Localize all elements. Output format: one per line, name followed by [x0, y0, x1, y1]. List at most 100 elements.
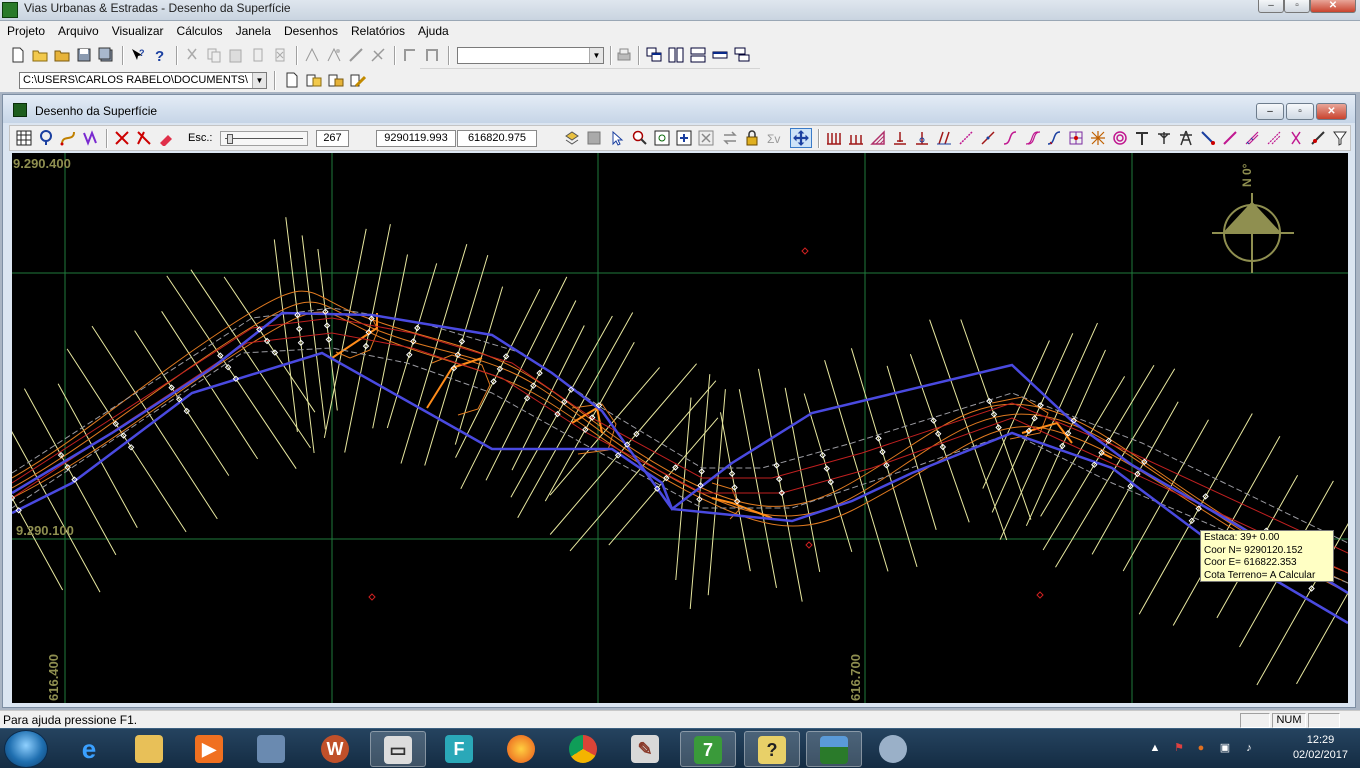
batter-icon[interactable] [870, 130, 886, 146]
layer-combo[interactable]: ▼ [457, 47, 604, 64]
open-project-icon[interactable] [54, 47, 70, 63]
slope-icon[interactable] [936, 130, 952, 146]
offset-left-icon[interactable] [826, 130, 842, 146]
paste-icon[interactable] [228, 47, 244, 63]
scale-value-field[interactable]: 267 [316, 130, 349, 147]
child-minimize-button[interactable]: – [1256, 103, 1284, 120]
child-maximize-button[interactable]: ▫ [1286, 103, 1314, 120]
start-button[interactable] [4, 730, 48, 768]
mesh-icon[interactable] [1068, 130, 1084, 146]
grid-icon[interactable] [16, 130, 32, 146]
road-d-icon[interactable] [1310, 130, 1326, 146]
network-icon[interactable] [1090, 130, 1106, 146]
tool-d-icon[interactable] [370, 47, 386, 63]
new-file-icon[interactable] [10, 47, 26, 63]
curve-icon[interactable] [60, 130, 76, 146]
context-help-icon[interactable]: ? [130, 47, 146, 63]
path-combo[interactable]: C:\USERS\CARLOS RABELO\DOCUMENTS\ ▼ [19, 72, 267, 89]
child-close-button[interactable]: ✕ [1316, 103, 1347, 120]
diag-line-icon[interactable] [1200, 130, 1216, 146]
road-b-icon[interactable] [1266, 130, 1282, 146]
offset-right-icon[interactable] [848, 130, 864, 146]
point-icon[interactable] [38, 130, 54, 146]
help-icon[interactable]: ? [152, 47, 168, 63]
taskbar-video[interactable]: ▭ [370, 731, 426, 767]
tool-f-icon[interactable] [424, 47, 440, 63]
surface-canvas[interactable]: 9.290.400 9.290.100 616.400 616.700 N 0°… [12, 153, 1348, 703]
close-view-icon[interactable] [698, 130, 714, 146]
tool-e-icon[interactable] [402, 47, 418, 63]
menu-projeto[interactable]: Projeto [0, 22, 51, 38]
tee-icon[interactable] [1134, 130, 1150, 146]
tool-b-icon[interactable] [326, 47, 342, 63]
doc-folder-icon[interactable] [306, 72, 322, 88]
menu-visualizar[interactable]: Visualizar [105, 22, 170, 38]
menu-calculos[interactable]: Cálculos [170, 22, 229, 38]
pan-icon[interactable] [790, 128, 812, 148]
copy-icon[interactable] [206, 47, 222, 63]
disk-icon[interactable] [586, 130, 602, 146]
funnel-icon[interactable] [1332, 130, 1348, 146]
scale-slider[interactable] [220, 131, 308, 146]
curve-b-icon[interactable] [980, 130, 996, 146]
open-folder-icon[interactable] [32, 47, 48, 63]
close-all-icon[interactable] [734, 47, 750, 63]
cascade-icon[interactable] [646, 47, 662, 63]
app-icon[interactable] [2, 2, 18, 18]
taskbar-file-explorer[interactable] [122, 731, 178, 767]
antivirus-icon[interactable]: ● [1194, 741, 1208, 755]
save-all-icon[interactable] [98, 47, 114, 63]
scale-slider-thumb[interactable] [227, 134, 233, 144]
profile-point-icon[interactable] [892, 130, 908, 146]
tile-vertical-icon[interactable] [668, 47, 684, 63]
road-icon[interactable] [1244, 130, 1260, 146]
volume-icon[interactable]: ♪ [1242, 741, 1256, 755]
tool-a-icon[interactable] [304, 47, 320, 63]
taskbar-winamp[interactable]: W [308, 731, 364, 767]
road-c-icon[interactable] [1288, 130, 1304, 146]
erase-icon[interactable] [158, 130, 174, 146]
arrange-icons-icon[interactable] [712, 47, 728, 63]
cut-icon[interactable] [184, 47, 200, 63]
tool-c-icon[interactable] [348, 47, 364, 63]
curve-e-icon[interactable] [1046, 130, 1062, 146]
select-icon[interactable] [610, 130, 626, 146]
drawing-window-icon[interactable] [13, 103, 27, 117]
swap-icon[interactable] [722, 130, 738, 146]
taskbar-help[interactable]: ? [744, 731, 800, 767]
target-icon[interactable] [1112, 130, 1128, 146]
taskbar-editor[interactable]: ✎ [618, 731, 674, 767]
tile-horizontal-icon[interactable] [690, 47, 706, 63]
zoom-icon[interactable] [632, 130, 648, 146]
minimize-button[interactable]: – [1258, 0, 1284, 13]
taskbar-vias-urbanas[interactable] [806, 731, 862, 767]
maximize-button[interactable]: ▫ [1284, 0, 1310, 13]
pole-icon[interactable] [1156, 130, 1172, 146]
lock-icon[interactable] [744, 130, 760, 146]
doc-edit-icon[interactable] [350, 72, 366, 88]
taskbar-paint[interactable] [866, 731, 922, 767]
print-icon[interactable] [616, 47, 632, 63]
network-tray-icon[interactable]: ▣ [1218, 741, 1232, 755]
curve-c-icon[interactable] [1002, 130, 1018, 146]
menu-relatorios[interactable]: Relatórios [344, 22, 411, 38]
doc-open-icon[interactable] [328, 72, 344, 88]
zoom-extents-icon[interactable] [676, 130, 692, 146]
profile-icon[interactable] [82, 130, 98, 146]
clear-icon[interactable] [272, 47, 288, 63]
pencil-line-icon[interactable] [1222, 130, 1238, 146]
taskbar-app-7[interactable]: 7 [680, 731, 736, 767]
flag-icon[interactable]: ⚑ [1172, 741, 1186, 755]
section-line-icon[interactable] [136, 130, 152, 146]
taskbar-network[interactable] [244, 731, 300, 767]
menu-desenhos[interactable]: Desenhos [277, 22, 344, 38]
tower-icon[interactable] [1178, 130, 1194, 146]
curve-a-icon[interactable] [958, 130, 974, 146]
close-button[interactable]: ✕ [1310, 0, 1356, 13]
menu-arquivo[interactable]: Arquivo [51, 22, 105, 38]
show-hidden-icons[interactable]: ▲ [1148, 741, 1162, 755]
cross-section-icon[interactable] [114, 130, 130, 146]
taskbar-fl-studio[interactable]: F [432, 731, 488, 767]
delete-icon[interactable] [250, 47, 266, 63]
layers-icon[interactable] [564, 130, 580, 146]
